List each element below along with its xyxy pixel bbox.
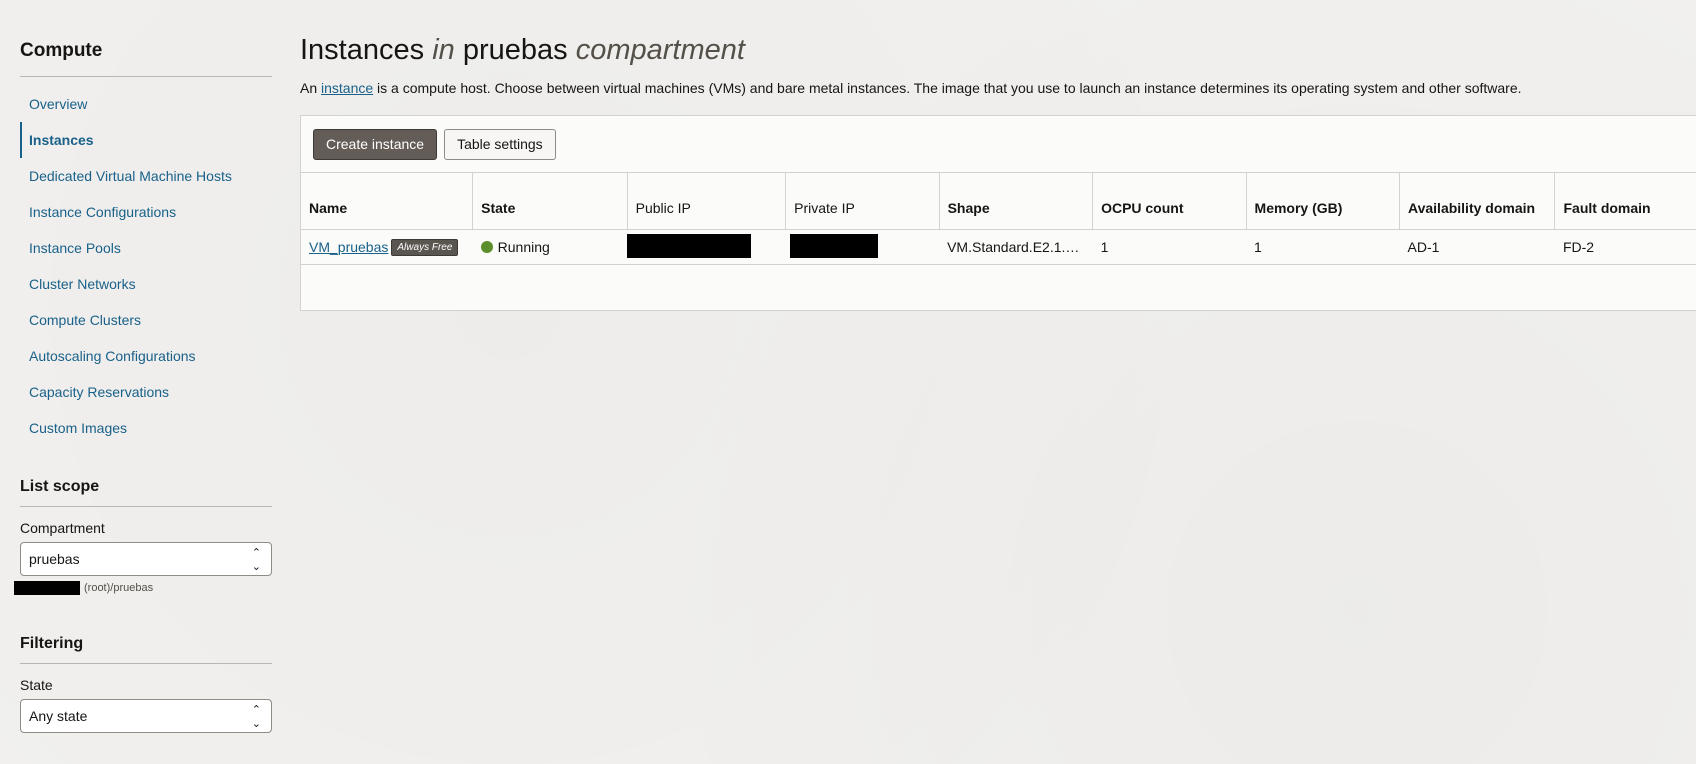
sidebar-item-autoscaling-configurations[interactable]: Autoscaling Configurations: [20, 338, 272, 374]
sidebar-item-capacity-reservations[interactable]: Capacity Reservations: [20, 374, 272, 410]
column-header-name[interactable]: Name: [301, 172, 474, 230]
compartment-path: (root)/pruebas: [14, 581, 272, 595]
sidebar-item-overview[interactable]: Overview: [20, 86, 272, 122]
column-header-memory[interactable]: Memory (GB): [1246, 172, 1401, 230]
sidebar-nav: Overview Instances Dedicated Virtual Mac…: [20, 86, 272, 446]
sidebar-item-custom-images[interactable]: Custom Images: [20, 410, 272, 446]
cell-state: Running: [472, 229, 628, 265]
cell-private-ip: [785, 229, 940, 265]
state-filter-value: Any state: [29, 708, 88, 724]
cell-name: VM_pruebas Always Free: [301, 229, 473, 265]
compartment-label: Compartment: [20, 520, 105, 536]
always-free-badge: Always Free: [391, 238, 459, 256]
page-title: Instances in pruebas compartment: [300, 34, 1696, 67]
state-filter-select[interactable]: Any state ⌃ ⌄: [20, 699, 272, 733]
page-title-compartment-word: compartment: [575, 34, 745, 66]
state-text: Running: [497, 239, 550, 255]
list-scope-section: List scope Compartment pruebas ⌃ ⌄ (root)…: [14, 478, 272, 595]
table-toolbar: Create instance Table settings: [301, 116, 1696, 172]
desc-prefix: An: [300, 80, 322, 96]
running-status-dot-icon: [480, 241, 493, 253]
column-header-state[interactable]: State: [472, 172, 628, 230]
table-settings-button[interactable]: Table settings: [444, 128, 556, 160]
sidebar-item-instance-pools[interactable]: Instance Pools: [20, 230, 272, 266]
table-header-row: Name State Public IP Private IP Shape OC…: [301, 172, 1696, 230]
create-instance-button[interactable]: Create instance: [313, 128, 438, 160]
cell-public-ip: [627, 229, 786, 265]
cell-shape: VM.Standard.E2.1.Micro: [939, 229, 1093, 265]
column-header-ocpu-count[interactable]: OCPU count: [1092, 172, 1247, 230]
instance-doc-link[interactable]: instance: [321, 80, 373, 96]
instance-name-link[interactable]: VM_pruebas: [309, 239, 388, 255]
column-header-availability-domain[interactable]: Availability domain: [1399, 172, 1556, 230]
cell-memory: 1: [1246, 229, 1400, 265]
chevron-up-down-icon: ⌃ ⌄: [251, 704, 261, 730]
cell-availability-domain: AD-1: [1399, 229, 1555, 265]
instances-table-panel: Create instance Table settings Name Stat…: [300, 115, 1696, 311]
sidebar-item-instances[interactable]: Instances: [20, 122, 272, 158]
sidebar-item-dedicated-vm-hosts[interactable]: Dedicated Virtual Machine Hosts: [20, 158, 272, 194]
page-title-in: in: [432, 34, 455, 66]
sidebar-title: Compute: [20, 40, 272, 77]
column-header-fault-domain[interactable]: Fault domain: [1554, 172, 1696, 230]
filtering-title: Filtering: [20, 635, 272, 664]
compartment-select[interactable]: pruebas ⌃ ⌄: [20, 542, 272, 576]
desc-suffix: is a compute host. Choose between virtua…: [373, 80, 1522, 96]
page-description: An instance is a compute host. Choose be…: [300, 80, 1696, 96]
filtering-section: Filtering State Any state ⌃ ⌄: [20, 635, 272, 733]
compartment-path-text: (root)/pruebas: [84, 582, 154, 594]
table-row: VM_pruebas Always Free Running VM.Standar…: [301, 229, 1696, 265]
redacted-private-ip: [789, 233, 878, 258]
column-header-public-ip: Public IP: [627, 172, 787, 230]
list-scope-title: List scope: [20, 478, 272, 507]
chevron-up-down-icon: ⌃ ⌄: [251, 547, 261, 573]
cell-fault-domain: FD-2: [1554, 229, 1696, 265]
cell-ocpu-count: 1: [1092, 229, 1247, 265]
state-filter-label: State: [20, 677, 53, 693]
sidebar: Compute Overview Instances Dedicated Vir…: [14, 40, 272, 733]
column-header-private-ip: Private IP: [785, 172, 940, 230]
main-content: Instances in pruebas compartment An inst…: [300, 34, 1696, 311]
column-header-shape[interactable]: Shape: [939, 172, 1094, 230]
page-title-compartment-name: pruebas: [462, 34, 568, 66]
sidebar-item-cluster-networks[interactable]: Cluster Networks: [20, 266, 272, 302]
sidebar-item-instance-configurations[interactable]: Instance Configurations: [20, 194, 272, 230]
redacted-block: [14, 581, 80, 595]
redacted-public-ip: [627, 233, 752, 258]
instances-table: Name State Public IP Private IP Shape OC…: [301, 172, 1696, 265]
sidebar-item-compute-clusters[interactable]: Compute Clusters: [20, 302, 272, 338]
page-title-main: Instances: [300, 34, 425, 66]
compartment-select-value: pruebas: [29, 551, 80, 567]
